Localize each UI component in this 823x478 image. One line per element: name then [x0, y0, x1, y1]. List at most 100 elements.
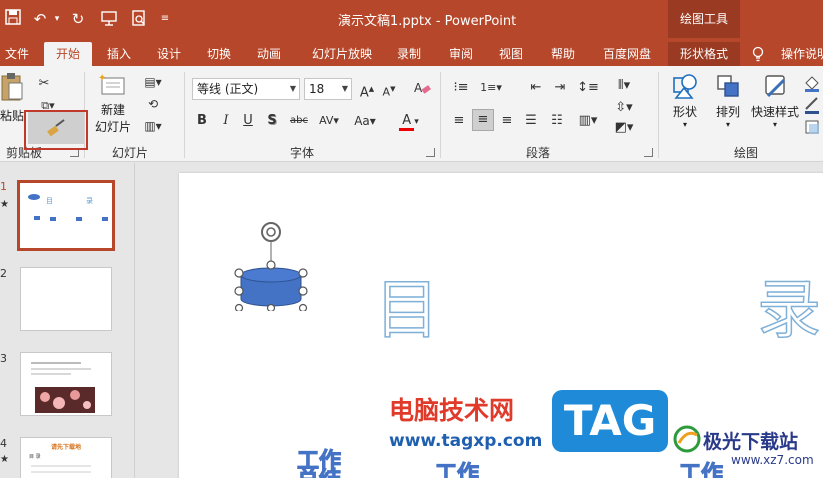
increase-indent-icon[interactable]: ⇥ — [550, 78, 570, 98]
font-color-icon[interactable]: A ▾ — [394, 111, 424, 132]
character-spacing-icon[interactable]: AV▾ — [314, 111, 344, 131]
align-center-icon[interactable]: ≡ — [472, 109, 494, 131]
chevron-down-icon: ▾ — [725, 120, 730, 129]
tab-insert[interactable]: 插入 — [100, 42, 138, 66]
format-painter-highlight — [24, 110, 88, 150]
font-launcher-icon[interactable] — [426, 148, 435, 157]
presentation-icon[interactable] — [98, 9, 120, 29]
slide-thumbnail-3[interactable] — [20, 352, 112, 416]
slide-label-work-3[interactable]: 工作 — [678, 462, 723, 478]
align-right-icon[interactable]: ≡ — [498, 111, 516, 131]
slide-label-work-2[interactable]: 工作 — [434, 462, 479, 478]
justify-icon[interactable]: ☰ — [522, 111, 540, 131]
paragraph-group-label: 段落 — [526, 146, 551, 160]
slides-group-label: 幻灯片 — [112, 146, 149, 160]
decrease-font-size-icon[interactable]: A▼ — [380, 79, 398, 103]
tab-view[interactable]: 视图 — [492, 42, 530, 66]
font-name-select[interactable]: 等线 (正文) ▼ — [192, 78, 300, 100]
font-size-select[interactable]: 18 ▼ — [304, 78, 352, 100]
slide-thumbnail-4[interactable]: 请先下载地 目 录 — [20, 437, 112, 478]
distributed-icon[interactable]: ☷ — [546, 111, 568, 131]
line-spacing-icon[interactable]: ↕≡ — [576, 78, 600, 98]
ribbon-tabs: 文件 开始 插入 设计 切换 动画 幻灯片放映 录制 审阅 视图 帮助 百度网盘… — [0, 38, 823, 66]
title-bar: ↶ ▾ ↻ ≡ 演示文稿1.pptx - PowerPoint 绘图工具 — [0, 0, 823, 38]
slide-thumbnail-1[interactable]: 目 录 — [17, 180, 115, 251]
layout-icon[interactable]: ▤▾ — [142, 72, 164, 92]
redo-icon[interactable]: ↻ — [68, 9, 88, 29]
font-group-label: 字体 — [290, 146, 315, 160]
slide-thumbnail-2[interactable] — [20, 267, 112, 331]
paste-button[interactable]: 粘贴 — [0, 72, 24, 132]
strikethrough-icon[interactable]: abc — [288, 111, 310, 131]
tab-baidu-netdisk[interactable]: 百度网盘 — [596, 42, 658, 66]
tab-transitions[interactable]: 切换 — [200, 42, 238, 66]
slide-editing-area[interactable]: 目 录 工作 总结 工作 工作 电脑技术网 www.tagxp.com TAG … — [135, 163, 823, 478]
thumb-text: 目 — [46, 197, 53, 205]
drawing-group-label: 绘图 — [734, 146, 759, 160]
columns-icon[interactable]: ▥▾ — [576, 111, 600, 131]
watermark-brand-name: 极光下载站 — [703, 431, 799, 453]
shape-effects-icon[interactable] — [802, 118, 822, 143]
align-text-icon[interactable]: ⇳▾ — [612, 98, 636, 118]
convert-smartart-icon[interactable]: ◩▾ — [612, 118, 636, 138]
increase-font-size-icon[interactable]: A▲ — [358, 79, 376, 103]
tab-help[interactable]: 帮助 — [544, 42, 582, 66]
save-icon[interactable] — [4, 9, 22, 29]
slide-thumbnail-pane[interactable]: 1 ★ 目 录 2 3 4 ★ 请先下载地 目 录 — [0, 163, 135, 478]
tab-slideshow[interactable]: 幻灯片放映 — [305, 42, 379, 66]
tab-design[interactable]: 设计 — [150, 42, 188, 66]
slide-number: 3 — [0, 352, 7, 365]
svg-text:A: A — [414, 81, 423, 95]
arrange-button[interactable]: 排列 ▾ — [708, 72, 748, 138]
italic-icon[interactable]: I — [218, 111, 234, 131]
shadow-text-icon[interactable]: S — [264, 111, 280, 131]
group-divider — [440, 72, 441, 158]
star-icon: ★ — [0, 199, 9, 210]
shapes-label: 形状 — [672, 105, 697, 119]
clear-formatting-icon[interactable]: A — [412, 79, 432, 104]
undo-icon[interactable]: ↶ — [30, 9, 50, 29]
thumb-text: 目 录 — [29, 453, 41, 460]
align-left-icon[interactable]: ≡ — [450, 111, 468, 131]
group-divider — [658, 72, 659, 158]
thumb-text: 录 — [86, 197, 93, 205]
tab-shape-format[interactable]: 形状格式 — [668, 42, 740, 66]
watermark-brand-url: www.xz7.com — [731, 453, 814, 467]
tab-review[interactable]: 审阅 — [442, 42, 480, 66]
slide-title-char-mu[interactable]: 目 — [374, 271, 440, 351]
svg-text:✦: ✦ — [98, 73, 106, 84]
slide-label-work-1b[interactable]: 总结 — [296, 468, 341, 478]
slide-title-char-lu[interactable]: 录 — [756, 271, 822, 351]
tell-me-search[interactable]: 操作说明 — [776, 42, 823, 66]
customize-toolbar-icon[interactable]: ≡ — [158, 9, 172, 29]
reset-icon[interactable]: ⟲ — [142, 94, 164, 114]
undo-dropdown-icon[interactable]: ▾ — [52, 9, 62, 29]
ribbon-home: 粘贴 ✂ ⧉▾ 剪贴板 ✦ 新建 幻灯片 ▤▾ ⟲ ▥▾ 幻灯片 等线 (正文)… — [0, 66, 823, 162]
cut-icon[interactable]: ✂ — [36, 74, 52, 94]
tab-record[interactable]: 录制 — [390, 42, 428, 66]
bullets-icon[interactable]: ⁝≡ — [450, 78, 472, 98]
change-case-icon[interactable]: Aa▾ — [350, 111, 380, 131]
shapes-button[interactable]: 形状 ▾ — [664, 72, 706, 138]
tab-animations[interactable]: 动画 — [250, 42, 288, 66]
bold-icon[interactable]: B — [194, 111, 210, 131]
slide-number: 4 — [0, 437, 7, 450]
numbering-icon[interactable]: 1≡▾ — [478, 78, 504, 98]
new-slide-button[interactable]: ✦ 新建 幻灯片 — [88, 72, 138, 142]
decrease-indent-icon[interactable]: ⇤ — [526, 78, 546, 98]
drawing-tools-context-label: 绘图工具 — [668, 0, 740, 38]
slide-number: 2 — [0, 267, 7, 280]
tab-home[interactable]: 开始 — [44, 42, 92, 66]
underline-icon[interactable]: U — [240, 111, 256, 131]
section-icon[interactable]: ▥▾ — [142, 116, 164, 136]
watermark-brand-logo-icon — [673, 425, 701, 453]
quick-styles-button[interactable]: 快速样式 ▾ — [748, 72, 802, 138]
selected-shape[interactable] — [233, 221, 309, 311]
print-preview-icon[interactable] — [128, 9, 150, 29]
paragraph-launcher-icon[interactable] — [644, 148, 653, 157]
text-direction-icon[interactable]: ⦀▾ — [612, 76, 636, 96]
font-name-value: 等线 (正文) — [197, 82, 259, 96]
tab-file[interactable]: 文件 — [0, 42, 34, 66]
lightbulb-icon[interactable] — [750, 42, 766, 66]
new-slide-label-2: 幻灯片 — [94, 120, 131, 134]
